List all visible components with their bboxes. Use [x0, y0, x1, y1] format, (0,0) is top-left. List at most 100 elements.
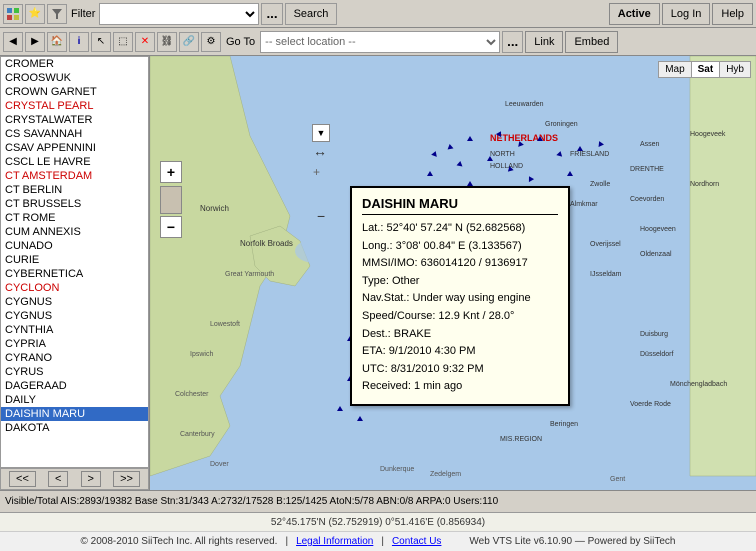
sidebar-item[interactable]: CROWN GARNET — [1, 85, 148, 99]
svg-text:Hoogeveen: Hoogeveen — [640, 226, 676, 233]
sidebar-nav: << < > >> — [0, 468, 149, 490]
link-chain-icon[interactable]: ⛓ — [157, 32, 177, 52]
search-button[interactable]: Search — [285, 3, 338, 25]
zoom-slider[interactable] — [160, 186, 182, 214]
vessel-mmsi: MMSI/IMO: 636014120 / 9136917 — [362, 255, 558, 273]
sidebar-item[interactable]: CYGNUS — [1, 295, 148, 309]
embed-button[interactable]: Embed — [565, 31, 618, 53]
sidebar-item[interactable]: CUNADO — [1, 239, 148, 253]
sidebar-item[interactable]: CT BRUSSELS — [1, 197, 148, 211]
sidebar-item[interactable]: CT BERLIN — [1, 183, 148, 197]
nav-first[interactable]: << — [9, 471, 36, 487]
sidebar-item[interactable]: DAISHIN MARU — [1, 407, 148, 421]
nav-prev[interactable]: < — [48, 471, 68, 487]
vessel-popup: DAISHIN MARU Lat.: 52°40' 57.24" N (52.6… — [350, 186, 570, 406]
coordinates-bar: 52°45.175'N (52.752919) 0°51.416'E (0.85… — [0, 513, 756, 531]
separator-1: | — [285, 536, 288, 547]
pan-down-button[interactable]: ▼ — [312, 124, 330, 142]
contact-link[interactable]: Contact Us — [392, 536, 441, 547]
svg-text:Mönchengladbach: Mönchengladbach — [670, 381, 727, 388]
sidebar-item[interactable]: DAILY — [1, 393, 148, 407]
sidebar-item[interactable]: CT ROME — [1, 211, 148, 225]
svg-text:Düsseldorf: Düsseldorf — [640, 351, 674, 358]
map-type-hyb[interactable]: Hyb — [720, 62, 750, 77]
svg-text:↔: ↔ — [313, 143, 327, 159]
vessel-speed: Speed/Course: 12.9 Knt / 28.0° — [362, 308, 558, 326]
active-button[interactable]: Active — [609, 3, 660, 25]
svg-text:Lowestoft: Lowestoft — [210, 321, 240, 328]
forward-icon[interactable]: ▶ — [25, 32, 45, 52]
sidebar-item[interactable]: CUM ANNEXIS — [1, 225, 148, 239]
svg-text:Norfolk Broads: Norfolk Broads — [240, 239, 293, 248]
vessel-eta: ETA: 9/1/2010 4:30 PM — [362, 343, 558, 361]
svg-text:Leeuwarden: Leeuwarden — [505, 101, 544, 108]
svg-text:Dover: Dover — [210, 461, 229, 468]
select-icon[interactable]: ⬚ — [113, 32, 133, 52]
back-icon[interactable]: ◀ — [3, 32, 23, 52]
main-area: CROMERCROOSWUKCROWN GARNETCRYSTAL PEARLC… — [0, 56, 756, 490]
sidebar-item[interactable]: CT AMSTERDAM — [1, 169, 148, 183]
svg-text:HOLLAND: HOLLAND — [490, 163, 523, 170]
link-button[interactable]: Link — [525, 31, 563, 53]
vessel-utc: UTC: 8/31/2010 9:32 PM — [362, 361, 558, 379]
nav-last[interactable]: >> — [113, 471, 140, 487]
window-icon[interactable] — [3, 4, 23, 24]
vessel-dest: Dest.: BRAKE — [362, 326, 558, 344]
svg-text:Colchester: Colchester — [175, 391, 209, 398]
sidebar-item[interactable]: CYRANO — [1, 351, 148, 365]
sidebar-list[interactable]: CROMERCROOSWUKCROWN GARNETCRYSTAL PEARLC… — [0, 56, 149, 468]
zoom-out-button[interactable]: − — [160, 216, 182, 238]
svg-text:FRIESLAND: FRIESLAND — [570, 151, 609, 158]
map-area[interactable]: Norwich Norfolk Broads Great Yarmouth Lo… — [150, 56, 756, 490]
map-type-map[interactable]: Map — [659, 62, 691, 77]
cursor-icon[interactable]: ↖ — [91, 32, 111, 52]
info-icon[interactable]: i — [69, 32, 89, 52]
footer: © 2008-2010 SiiTech Inc. All rights rese… — [0, 531, 756, 551]
location-dots-button[interactable]: ... — [502, 31, 523, 53]
funnel-icon[interactable] — [47, 4, 67, 24]
sidebar-item[interactable]: CSCL LE HAVRE — [1, 155, 148, 169]
sidebar-item[interactable]: CROMER — [1, 57, 148, 71]
vessel-type: Type: Other — [362, 273, 558, 291]
sidebar-item[interactable]: CYPRIA — [1, 337, 148, 351]
sidebar-item[interactable]: CSAV APPENNINI — [1, 141, 148, 155]
sidebar-item[interactable]: CYCLOON — [1, 281, 148, 295]
zoom-in-button[interactable]: + — [160, 161, 182, 183]
status-text: Visible/Total AIS:2893/19382 Base Stn:31… — [5, 496, 498, 507]
svg-text:Great Yarmouth: Great Yarmouth — [225, 271, 274, 278]
home-icon[interactable]: 🏠 — [47, 32, 67, 52]
svg-text:−: − — [317, 208, 325, 224]
sidebar-item[interactable]: CS SAVANNAH — [1, 127, 148, 141]
nav-next[interactable]: > — [81, 471, 101, 487]
sidebar-item[interactable]: CROOSWUK — [1, 71, 148, 85]
sidebar-item[interactable]: CYBERNETICA — [1, 267, 148, 281]
close-icon[interactable]: ✕ — [135, 32, 155, 52]
location-select[interactable]: -- select location -- — [260, 31, 500, 53]
help-button[interactable]: Help — [712, 3, 753, 25]
sidebar-item[interactable]: CRYSTAL PEARL — [1, 99, 148, 113]
login-button[interactable]: Log In — [662, 3, 711, 25]
settings-icon[interactable]: ⚙ — [201, 32, 221, 52]
svg-text:Voerde Rode: Voerde Rode — [630, 401, 671, 408]
sidebar-item[interactable]: CRYSTALWATER — [1, 113, 148, 127]
svg-text:Beringen: Beringen — [550, 421, 578, 428]
sidebar-item[interactable]: DAGERAAD — [1, 379, 148, 393]
filter-dots-button[interactable]: ... — [261, 3, 282, 25]
vessel-received: Received: 1 min ago — [362, 378, 558, 396]
sidebar-item[interactable]: CURIE — [1, 253, 148, 267]
sidebar-item[interactable]: CYRUS — [1, 365, 148, 379]
map-type-sat[interactable]: Sat — [692, 62, 721, 77]
sidebar-item[interactable]: DAKOTA — [1, 421, 148, 435]
sidebar-item[interactable]: CYNTHIA — [1, 323, 148, 337]
sidebar-item[interactable]: CYGNUS — [1, 309, 148, 323]
svg-text:Coevorden: Coevorden — [630, 196, 664, 203]
svg-text:Gent: Gent — [610, 476, 625, 483]
svg-text:DRENTHE: DRENTHE — [630, 166, 664, 173]
filter-label: Filter — [71, 8, 95, 20]
unlink-icon[interactable]: 🔗 — [179, 32, 199, 52]
separator-2: | — [381, 536, 384, 547]
star-icon[interactable]: ⭐ — [25, 4, 45, 24]
filter-select[interactable] — [99, 3, 259, 25]
legal-link[interactable]: Legal Information — [296, 536, 373, 547]
status-bar: Visible/Total AIS:2893/19382 Base Stn:31… — [0, 490, 756, 512]
